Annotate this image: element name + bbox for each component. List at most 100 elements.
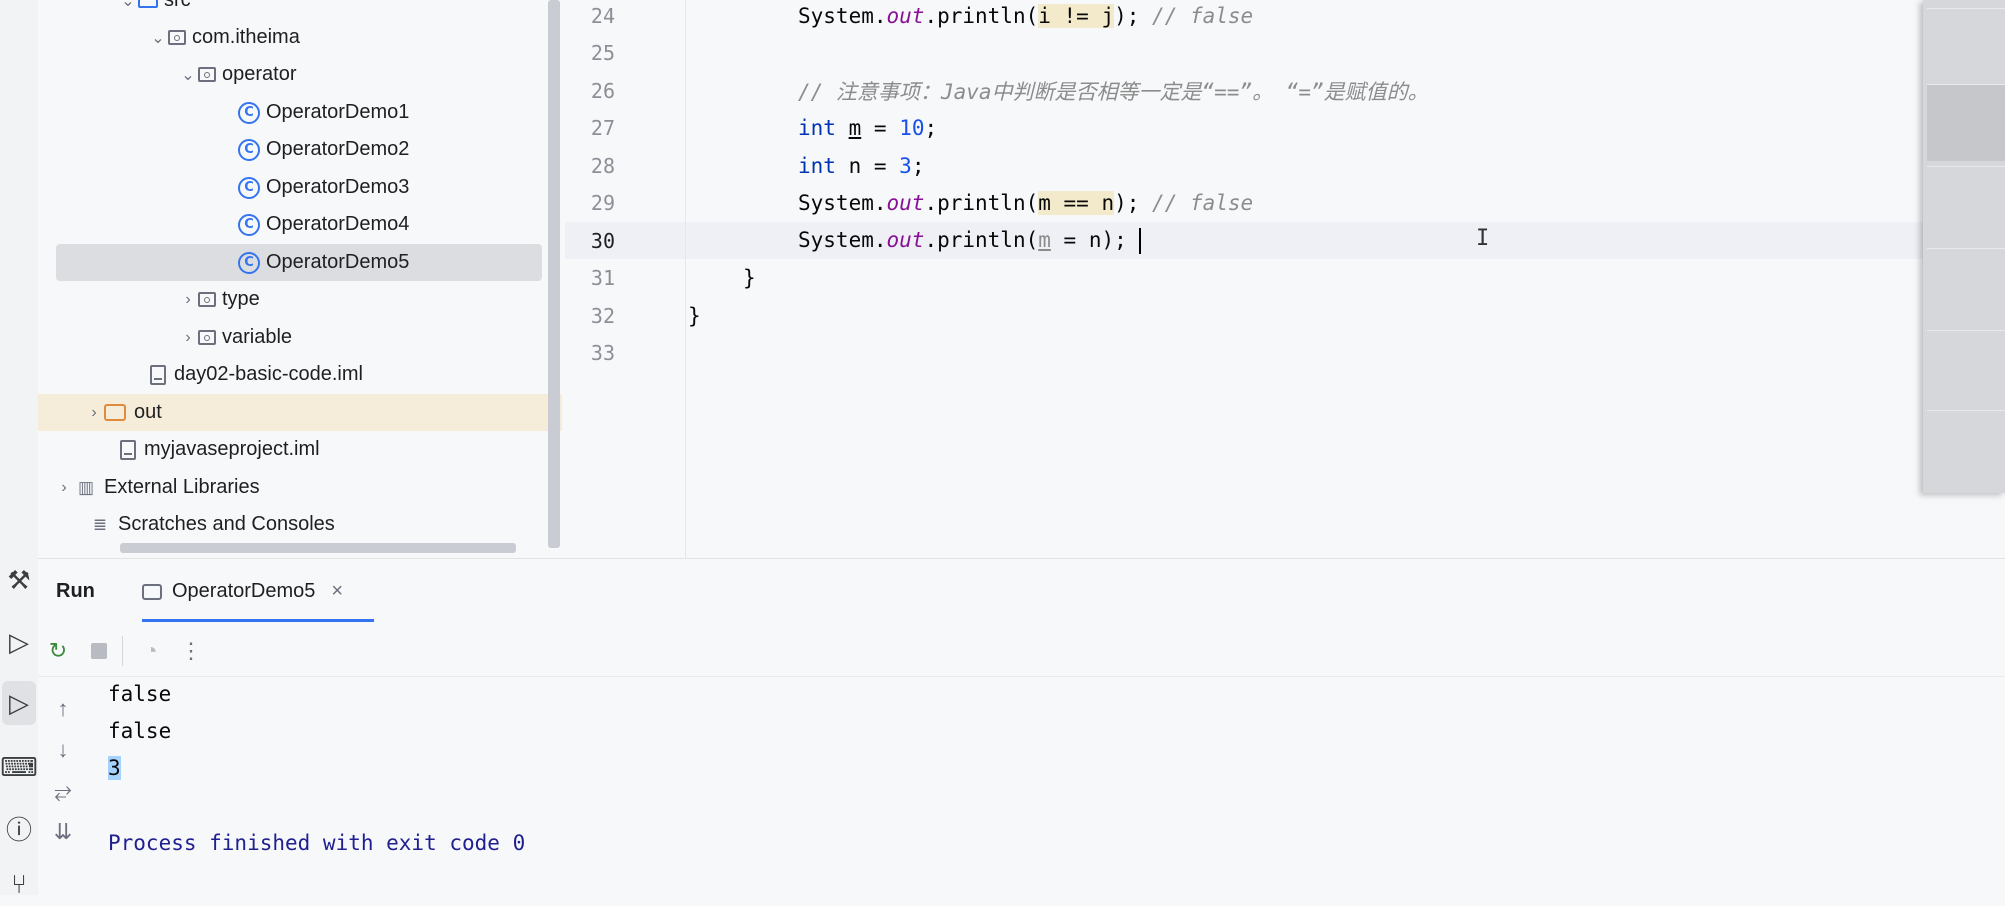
line-number: 33: [590, 340, 615, 365]
line-code: System.out.println(i != j); // false: [798, 3, 1254, 28]
git-icon[interactable]: ⑂: [0, 862, 38, 906]
tree-item-variable[interactable]: › variable: [38, 319, 562, 356]
tree-item-operatordemo1[interactable]: C OperatorDemo1: [38, 94, 562, 131]
overlay-cell: [1927, 8, 2005, 85]
mouse-ibeam-icon: I: [1476, 226, 1490, 251]
chevron-right-icon[interactable]: ›: [54, 479, 74, 497]
build-icon[interactable]: ⚒: [0, 558, 38, 602]
run-toolbar: [38, 626, 2005, 677]
line-number: 26: [590, 78, 615, 103]
rerun-icon[interactable]: ↻: [43, 636, 73, 666]
right-overlay-panel: [1923, 0, 2005, 493]
line-code: System.out.println(m = n);: [798, 227, 1142, 254]
project-vertical-scrollbar[interactable]: [548, 0, 560, 548]
tree-item-out[interactable]: › out: [38, 394, 562, 431]
class-icon: C: [238, 251, 260, 274]
scroll-up-icon[interactable]: ↑: [48, 694, 78, 724]
tree-item-day02-iml[interactable]: day02-basic-code.iml: [38, 356, 562, 393]
chevron-down-icon[interactable]: ⌄: [118, 0, 138, 11]
line-code: int m = 10;: [798, 115, 938, 140]
excluded-folder-icon: [104, 404, 126, 421]
text-caret: [1139, 227, 1142, 254]
chevron-down-icon[interactable]: ⌄: [148, 28, 168, 48]
problems-icon[interactable]: ⓘ: [0, 806, 38, 850]
stop-icon[interactable]: [84, 636, 114, 666]
line-code: System.out.println(m == n); // false: [798, 190, 1254, 215]
class-icon: C: [238, 138, 260, 161]
libraries-icon: ▥: [77, 477, 95, 497]
tree-item-operatordemo3[interactable]: C OperatorDemo3: [38, 169, 562, 206]
code-line[interactable]: 29 System.out.println(m == n); // false: [565, 184, 1925, 221]
source-folder-icon: [138, 0, 158, 8]
tree-item-label: Scratches and Consoles: [118, 513, 335, 535]
tree-item-myjavaseproject-iml[interactable]: myjavaseproject.iml: [38, 431, 562, 468]
overlay-cell: [1927, 84, 2005, 161]
toolbar-separator: [122, 636, 123, 666]
run-tab-operatordemo5[interactable]: OperatorDemo5 ×: [142, 580, 343, 603]
line-code: }: [743, 265, 756, 290]
console-output-line: false: [108, 682, 172, 706]
package-icon: [198, 330, 216, 345]
debug-icon[interactable]: ▷: [0, 620, 38, 664]
console-output-line-selected[interactable]: 3: [108, 756, 121, 780]
tree-item-com-itheima[interactable]: ⌄ com.itheima: [38, 19, 562, 56]
soft-wrap-icon[interactable]: ⥂: [48, 776, 78, 806]
line-number: 28: [590, 153, 615, 178]
package-icon: [198, 67, 216, 82]
tree-item-external-libraries[interactable]: › ▥ External Libraries: [38, 469, 562, 506]
tree-item-type[interactable]: › type: [38, 281, 562, 318]
scroll-to-end-icon[interactable]: ⇊: [48, 817, 78, 847]
chevron-down-icon[interactable]: ⌄: [178, 65, 198, 85]
tree-item-label: myjavaseproject.iml: [144, 438, 320, 460]
overlay-cell: [1927, 248, 2005, 325]
chevron-right-icon[interactable]: ›: [178, 291, 198, 309]
left-tool-strip: ⚒ ▷ ▷ ⌨ ⓘ ⑂: [0, 0, 38, 899]
console-tab-icon: [142, 583, 162, 600]
iml-file-icon: [150, 364, 166, 385]
tree-item-label: OperatorDemo2: [266, 138, 410, 160]
profiler-icon[interactable]: ◔: [136, 636, 166, 666]
chevron-right-icon[interactable]: ›: [178, 329, 198, 347]
run-panel-title: Run: [56, 580, 95, 602]
tree-item-operator[interactable]: ⌄ operator: [38, 56, 562, 93]
tree-item-operatordemo2[interactable]: C OperatorDemo2: [38, 131, 562, 168]
code-line[interactable]: 26 // 注意事项：Java中判断是否相等一定是“==”。 “=”是赋值的。: [565, 72, 1925, 109]
code-line[interactable]: 31 }: [565, 259, 1925, 296]
terminal-icon[interactable]: ⌨: [0, 745, 38, 789]
overlay-cell: [1927, 330, 2005, 407]
tree-item-label: out: [134, 401, 162, 423]
code-line[interactable]: 28 int n = 3;: [565, 147, 1925, 184]
line-code: }: [688, 303, 701, 328]
project-horizontal-scrollbar[interactable]: [120, 543, 516, 553]
tree-item-src[interactable]: ⌄ src: [38, 0, 562, 19]
tree-item-scratches[interactable]: ≣ Scratches and Consoles: [38, 506, 562, 543]
active-tab-underline: [142, 619, 374, 622]
tree-item-label: OperatorDemo1: [266, 101, 410, 123]
code-line[interactable]: 32 }: [565, 297, 1925, 334]
tree-item-label: type: [222, 288, 260, 310]
chevron-right-icon[interactable]: ›: [84, 404, 104, 422]
tree-item-operatordemo5[interactable]: C OperatorDemo5: [56, 244, 542, 281]
tree-item-label: com.itheima: [192, 26, 300, 48]
tree-item-label: External Libraries: [104, 476, 260, 498]
scratches-icon: ≣: [92, 514, 108, 534]
more-options-icon[interactable]: ⋮: [176, 636, 206, 666]
package-icon: [168, 30, 186, 45]
code-line-current[interactable]: 30 System.out.println(m = n);: [565, 222, 1925, 259]
scroll-down-icon[interactable]: ↓: [48, 735, 78, 765]
code-line[interactable]: 33: [565, 334, 1925, 371]
package-icon: [198, 292, 216, 307]
code-line[interactable]: 25: [565, 34, 1925, 71]
tree-item-label: OperatorDemo4: [266, 213, 410, 235]
line-number: 27: [590, 115, 615, 140]
code-line[interactable]: 24 System.out.println(i != j); // false: [565, 0, 1925, 34]
code-line[interactable]: 27 int m = 10;: [565, 109, 1925, 146]
line-code: int n = 3;: [798, 153, 925, 178]
class-icon: C: [238, 213, 260, 236]
line-code: // 注意事项：Java中判断是否相等一定是“==”。 “=”是赋值的。: [798, 79, 1429, 104]
overlay-cell: [1927, 166, 2005, 243]
close-icon[interactable]: ×: [331, 580, 343, 603]
tree-item-operatordemo4[interactable]: C OperatorDemo4: [38, 206, 562, 243]
run-tool-icon[interactable]: ▷: [2, 681, 36, 725]
line-number: 32: [590, 303, 615, 328]
